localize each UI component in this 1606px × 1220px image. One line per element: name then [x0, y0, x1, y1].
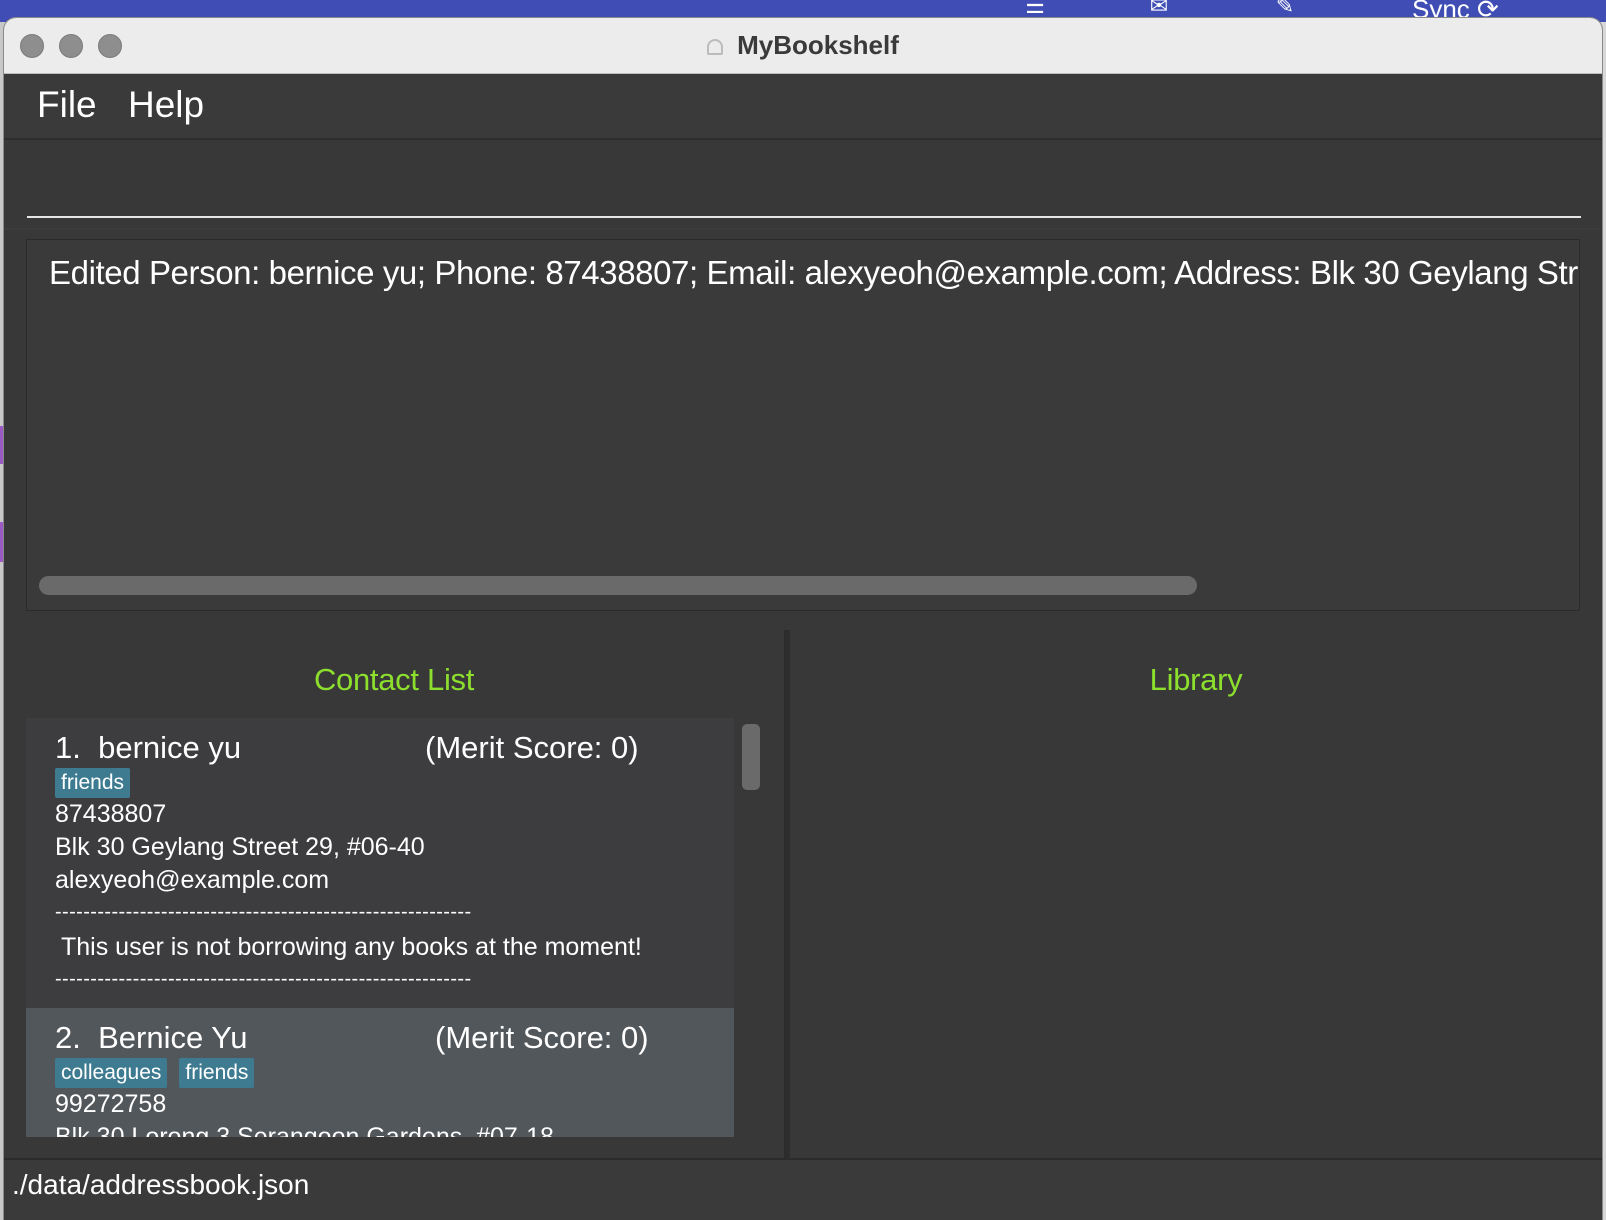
contact-list[interactable]: 1. bernice yu (Merit Score: 0) friends 8… [26, 718, 734, 1137]
window-title: MyBookshelf [4, 18, 1602, 73]
person-card[interactable]: 2. Bernice Yu (Merit Score: 0) colleague… [26, 1008, 734, 1137]
divider-line: ----------------------------------------… [55, 901, 472, 923]
tag-list: friends [55, 768, 142, 798]
result-message: Edited Person: bernice yu; Phone: 874388… [49, 254, 1578, 291]
person-address: Blk 30 Lorong 3 Serangoon Gardens, #07-1… [55, 1123, 554, 1137]
contact-list-panel: Contact List 1. bernice yu (Merit Score:… [4, 630, 785, 1158]
horizontal-scrollbar[interactable] [39, 576, 1197, 595]
person-phone: 87438807 [55, 800, 167, 828]
panels: Contact List 1. bernice yu (Merit Score:… [4, 630, 1602, 1158]
mail-icon[interactable]: ✉ [1142, 0, 1176, 18]
list-icon[interactable]: ☰ [1018, 0, 1052, 18]
result-display: Edited Person: bernice yu; Phone: 874388… [4, 230, 1602, 630]
command-box [4, 140, 1602, 228]
result-text-area[interactable]: Edited Person: bernice yu; Phone: 874388… [26, 239, 1580, 611]
window-title-text: MyBookshelf [737, 30, 899, 60]
app-window: MyBookshelf File Help Edited Person: ber… [4, 18, 1602, 1220]
tag-colleagues: colleagues [55, 1058, 168, 1088]
data-file-path: ./data/addressbook.json [12, 1169, 310, 1200]
person-card[interactable]: 1. bernice yu (Merit Score: 0) friends 8… [26, 718, 734, 1008]
contact-list-title: Contact List [313, 662, 475, 697]
tag-list: colleagues friends [55, 1058, 266, 1088]
app-doc-icon [707, 39, 724, 55]
command-input[interactable] [27, 152, 1581, 218]
tag-friends: friends [55, 768, 131, 798]
library-panel: Library [790, 630, 1602, 1158]
divider-line: ----------------------------------------… [55, 968, 472, 990]
vertical-scrollbar[interactable] [742, 724, 760, 790]
tag-friends: friends [179, 1058, 255, 1088]
person-address: Blk 30 Geylang Street 29, #06-40 [55, 833, 425, 861]
menu-bar: File Help [4, 74, 1602, 140]
borrow-status: This user is not borrowing any books at … [61, 933, 642, 961]
person-name: 2. Bernice Yu [55, 1020, 248, 1055]
status-bar: ./data/addressbook.json [4, 1158, 1602, 1220]
compose-icon[interactable]: ✎ [1268, 0, 1302, 18]
title-bar[interactable]: MyBookshelf [4, 18, 1602, 74]
menu-help[interactable]: Help [128, 84, 204, 126]
person-name: 1. bernice yu [55, 730, 242, 765]
person-email: alexyeoh@example.com [55, 866, 330, 894]
menu-file[interactable]: File [37, 84, 97, 126]
person-phone: 99272758 [55, 1090, 167, 1118]
merit-score: (Merit Score: 0) [435, 1020, 649, 1055]
merit-score: (Merit Score: 0) [425, 730, 639, 765]
library-title: Library [1149, 662, 1243, 697]
